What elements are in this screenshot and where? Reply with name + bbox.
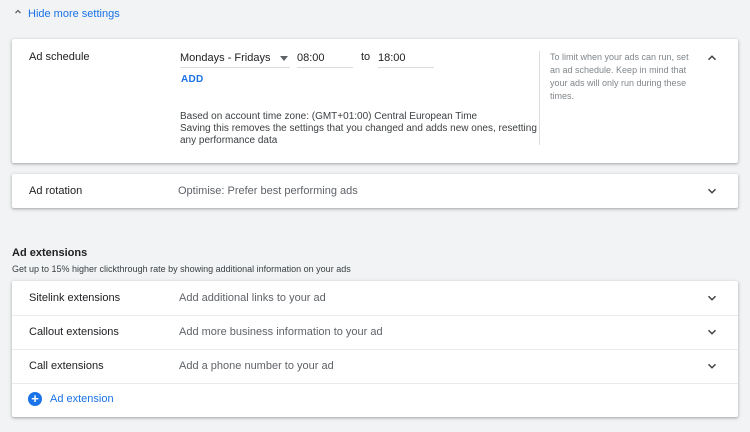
day-select-value: Mondays - Fridays [180,52,271,64]
timezone-note: Based on account time zone: (GMT+01:00) … [180,111,478,122]
callout-extensions-label: Callout extensions [29,326,119,338]
dropdown-caret-icon [280,55,288,61]
chevron-down-icon[interactable] [705,359,719,373]
sitelink-extensions-row[interactable]: Sitelink extensions Add additional links… [12,281,738,316]
chevron-up-icon[interactable] [705,51,719,65]
hide-more-settings-link[interactable]: Hide more settings [12,6,120,21]
call-extensions-label: Call extensions [29,360,104,372]
reset-note: Saving this removes the settings that yo… [180,123,537,146]
plus-circle-icon: + [28,392,42,406]
chevron-up-icon [12,6,24,21]
ad-rotation-value: Optimise: Prefer best performing ads [178,185,358,197]
ad-rotation-label: Ad rotation [29,185,83,197]
add-ad-extension-label: Ad extension [50,393,114,405]
start-time-value: 08:00 [297,52,325,64]
ad-extensions-card: Sitelink extensions Add additional links… [12,281,738,417]
call-extensions-value: Add a phone number to your ad [179,360,334,372]
day-select[interactable]: Mondays - Fridays [180,49,290,68]
schedule-help-text: To limit when your ads can run, set an a… [550,52,689,101]
start-time-field[interactable]: 08:00 [297,49,353,68]
add-ad-extension-button[interactable]: + Ad extension [28,392,114,406]
sitelink-extensions-value: Add additional links to your ad [179,292,326,304]
hide-more-settings-label: Hide more settings [28,7,120,20]
schedule-notes: Based on account time zone: (GMT+01:00) … [180,111,540,147]
ad-rotation-card[interactable]: Ad rotation Optimise: Prefer best perfor… [12,174,738,208]
end-time-field[interactable]: 18:00 [378,49,434,68]
chevron-down-icon[interactable] [705,325,719,339]
ad-schedule-label: Ad schedule [29,51,90,63]
chevron-down-icon[interactable] [705,291,719,305]
to-label: to [361,51,371,63]
sitelink-extensions-label: Sitelink extensions [29,292,121,304]
add-schedule-button[interactable]: ADD [181,74,204,85]
callout-extensions-row[interactable]: Callout extensions Add more business inf… [12,315,738,350]
callout-extensions-value: Add more business information to your ad [179,326,383,338]
vertical-divider [539,51,540,145]
ad-extensions-heading: Ad extensions [12,247,88,259]
end-time-value: 18:00 [378,52,406,64]
ad-extensions-subtitle: Get up to 15% higher clickthrough rate b… [12,264,351,274]
chevron-down-icon[interactable] [705,184,719,198]
ad-schedule-card: Ad schedule Mondays - Fridays 08:00 to 1… [12,39,738,163]
call-extensions-row[interactable]: Call extensions Add a phone number to yo… [12,349,738,384]
